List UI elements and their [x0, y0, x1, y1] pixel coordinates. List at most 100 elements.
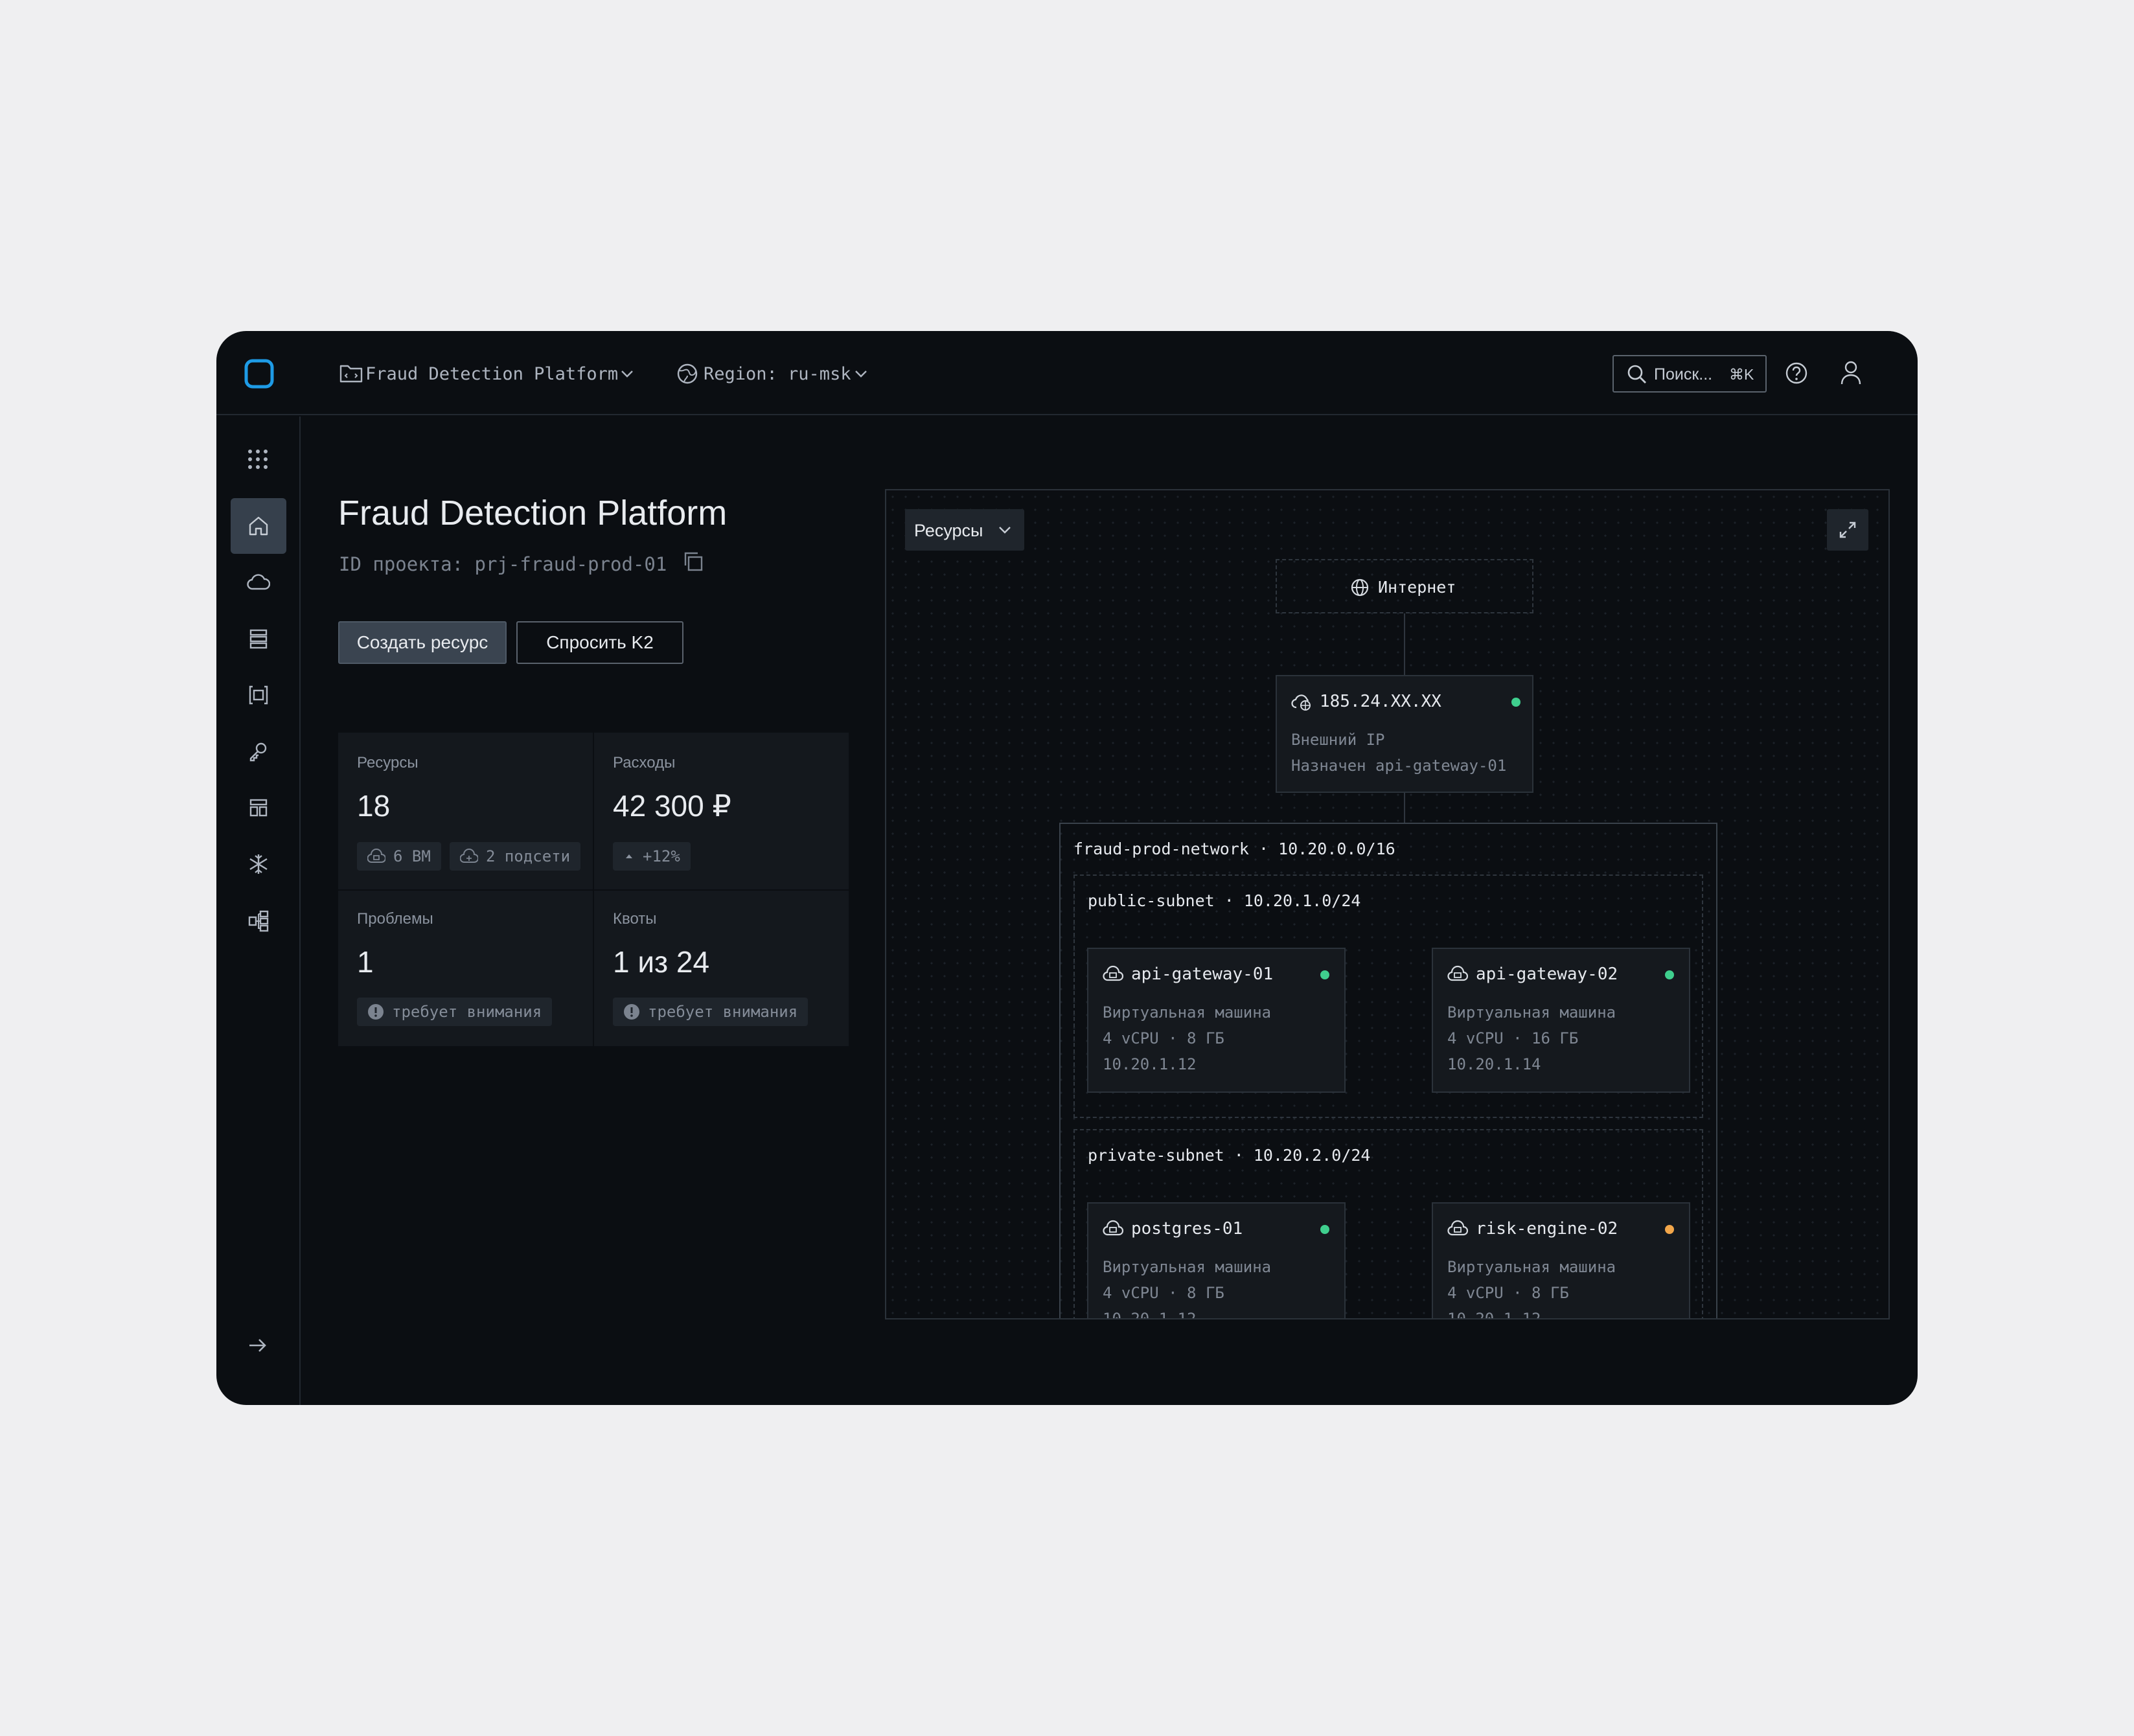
expand-icon — [1837, 520, 1858, 540]
stat-label: Ресурсы — [357, 754, 419, 771]
network-container[interactable]: fraud-prod-network · 10.20.0.0/16 public… — [1059, 823, 1717, 1319]
search-box[interactable]: Поиск... ⌘K — [1612, 355, 1767, 393]
sidebar-item-compute[interactable] — [231, 667, 286, 723]
vm-ip: 10.20.1.14 — [1447, 1055, 1541, 1073]
subnet-icon — [460, 848, 478, 865]
top-bar: Fraud Detection Platform Region: ru-msk … — [216, 331, 1918, 415]
vm-node[interactable]: risk-engine-02 Виртуальная машина 4 vCPU… — [1432, 1202, 1690, 1319]
ask-k2-button[interactable]: Спросить K2 — [516, 621, 683, 664]
vm-type: Виртуальная машина — [1103, 1003, 1272, 1022]
stat-value: 42 300 ₽ — [613, 789, 731, 823]
expand-sidebar-icon[interactable] — [246, 1334, 270, 1357]
project-selector[interactable]: Fraud Detection Platform — [338, 357, 636, 389]
vm-node[interactable]: api-gateway-02 Виртуальная машина 4 vCPU… — [1432, 948, 1690, 1093]
private-subnet[interactable]: private-subnet · 10.20.2.0/24 postgres-0… — [1073, 1129, 1703, 1319]
stat-label: Квоты — [613, 910, 657, 928]
status-dot-warning — [1665, 1225, 1674, 1234]
user-icon[interactable] — [1839, 360, 1863, 387]
stat-card-costs[interactable]: Расходы 42 300 ₽ +12% — [594, 733, 849, 889]
internet-node[interactable]: Интернет — [1276, 559, 1533, 613]
status-dot-ok — [1511, 698, 1520, 707]
stat-value: 18 — [357, 789, 391, 823]
stat-label: Проблемы — [357, 910, 433, 928]
sidebar-item-dashboards[interactable] — [231, 780, 286, 836]
globe-icon — [1350, 578, 1370, 597]
public-subnet-label: public-subnet · 10.20.1.0/24 — [1088, 891, 1361, 910]
search-shortcut: ⌘K — [1729, 366, 1754, 383]
chevron-down-icon — [997, 522, 1013, 538]
vm-title: risk-engine-02 — [1476, 1219, 1618, 1239]
sidebar-item-home[interactable] — [231, 498, 286, 554]
search-placeholder: Поиск... — [1654, 365, 1713, 383]
fullscreen-button[interactable] — [1827, 509, 1868, 551]
vm-spec: 4 vCPU · 8 ГБ — [1103, 1029, 1224, 1047]
alert-icon — [623, 1003, 640, 1020]
stat-value: 1 — [357, 945, 374, 979]
stat-label: Расходы — [613, 754, 676, 771]
sidebar-item-security[interactable] — [231, 724, 286, 779]
key-icon — [247, 740, 270, 763]
vm-icon — [1103, 965, 1123, 983]
stat-value: 1 из 24 — [613, 945, 710, 979]
external-ip-title: 185.24.XX.XX — [1320, 692, 1441, 711]
status-dot-ok — [1320, 1225, 1329, 1234]
app-window: Fraud Detection Platform Region: ru-msk … — [216, 331, 1918, 1405]
hierarchy-icon — [247, 909, 270, 932]
sidebar-item-cloud[interactable] — [231, 554, 286, 610]
external-ip-assignment: Назначен api-gateway-01 — [1291, 757, 1507, 775]
vm-node[interactable]: postgres-01 Виртуальная машина 4 vCPU · … — [1087, 1202, 1346, 1319]
home-icon — [247, 514, 270, 538]
vm-title: api-gateway-02 — [1476, 965, 1618, 984]
main-content: Fraud Detection Platform ID проекта: prj… — [302, 417, 1918, 1405]
project-selector-label: Fraud Detection Platform — [365, 364, 619, 384]
vm-icon — [1103, 1220, 1123, 1238]
vm-ip: 10.20.1.12 — [1103, 1310, 1197, 1319]
topology-canvas[interactable]: Ресурсы Интернет 185.24.XX.XX Внешний IP — [885, 489, 1890, 1319]
attention-tag: требует внимания — [613, 998, 809, 1026]
public-subnet[interactable]: public-subnet · 10.20.1.0/24 api-gateway… — [1073, 874, 1703, 1118]
status-dot-ok — [1665, 970, 1674, 979]
sidebar — [216, 417, 301, 1405]
stat-card-resources[interactable]: Ресурсы 18 6 ВМ 2 подсети — [338, 733, 593, 889]
network-label: fraud-prod-network · 10.20.0.0/16 — [1073, 839, 1395, 858]
private-subnet-label: private-subnet · 10.20.2.0/24 — [1088, 1146, 1371, 1165]
vm-type: Виртуальная машина — [1447, 1003, 1616, 1022]
sidebar-item-storage[interactable] — [231, 611, 286, 667]
region-selector-label: Region: ru-msk — [704, 364, 851, 384]
external-ip-type: Внешний IP — [1291, 731, 1385, 749]
region-selector[interactable]: Region: ru-msk — [676, 357, 871, 389]
vm-spec: 4 vCPU · 8 ГБ — [1447, 1284, 1569, 1302]
create-resource-button[interactable]: Создать ресурс — [338, 621, 507, 664]
vm-node[interactable]: api-gateway-01 Виртуальная машина 4 vCPU… — [1087, 948, 1346, 1093]
folder-icon — [339, 363, 363, 384]
search-icon — [1627, 364, 1647, 385]
stat-card-problems[interactable]: Проблемы 1 требует внимания — [338, 891, 593, 1046]
cost-trend-tag: +12% — [613, 842, 691, 871]
vm-count-tag: 6 ВМ — [357, 842, 441, 871]
sidebar-item-organization[interactable] — [231, 893, 286, 948]
help-icon[interactable] — [1784, 361, 1809, 385]
subnet-count-tag: 2 подсети — [450, 842, 581, 871]
stats-grid: Ресурсы 18 6 ВМ 2 подсети Расходы 42 300… — [338, 733, 849, 1046]
view-selector-label: Ресурсы — [914, 521, 983, 540]
copy-icon[interactable] — [682, 550, 705, 573]
chevron-down-icon — [619, 365, 636, 382]
vm-ip: 10.20.1.12 — [1447, 1310, 1541, 1319]
cloud-icon — [247, 571, 270, 594]
logo-icon[interactable] — [244, 358, 275, 389]
view-selector[interactable]: Ресурсы — [905, 509, 1024, 551]
compute-icon — [247, 683, 270, 707]
project-id: ID проекта: prj-fraud-prod-01 — [339, 553, 667, 575]
stat-card-quotas[interactable]: Квоты 1 из 24 требует внимания — [594, 891, 849, 1046]
arrow-up-icon — [623, 851, 635, 862]
alert-icon — [367, 1003, 384, 1020]
vm-icon — [1447, 1220, 1468, 1238]
sidebar-item-integrations[interactable] — [231, 836, 286, 892]
internet-label: Интернет — [1378, 578, 1456, 597]
vm-ip: 10.20.1.12 — [1103, 1055, 1197, 1073]
vm-type: Виртуальная машина — [1103, 1258, 1272, 1276]
apps-grid-icon[interactable] — [246, 448, 270, 471]
globe-icon — [676, 363, 698, 385]
external-ip-node[interactable]: 185.24.XX.XX Внешний IP Назначен api-gat… — [1276, 675, 1533, 793]
attention-tag: требует внимания — [357, 998, 553, 1026]
